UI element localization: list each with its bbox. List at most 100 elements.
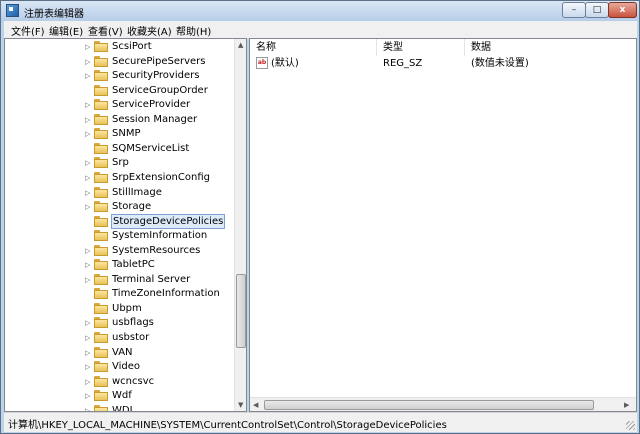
column-header-data[interactable]: 数据 xyxy=(465,39,636,56)
scroll-up-icon[interactable]: ▲ xyxy=(238,40,243,50)
menu-file[interactable]: 文件(F) xyxy=(11,23,45,38)
registry-editor-window: 注册表编辑器 – □ x 文件(F) 编辑(E) 查看(V) 收藏夹(A) 帮助… xyxy=(0,0,640,434)
value-name: (默认) xyxy=(271,58,299,69)
expand-arrow-icon[interactable]: ▷ xyxy=(85,376,90,388)
expand-arrow-icon[interactable]: ▷ xyxy=(85,99,90,111)
tree-item-label: VAN xyxy=(112,346,133,358)
folder-icon xyxy=(94,302,108,314)
folder-icon xyxy=(94,244,108,256)
menu-favorites[interactable]: 收藏夹(A) xyxy=(127,23,172,38)
tree-item[interactable]: ▷ SrpExtensionConfig xyxy=(5,171,233,185)
scroll-right-icon[interactable]: ▶ xyxy=(624,400,629,410)
expand-arrow-icon[interactable]: ▷ xyxy=(85,70,90,82)
expand-arrow-icon[interactable]: ▷ xyxy=(85,347,90,359)
tree-item-label: usbflags xyxy=(112,317,154,329)
expand-arrow-icon[interactable]: ▷ xyxy=(85,187,90,199)
expand-arrow-icon[interactable]: ▷ xyxy=(85,332,90,344)
expand-arrow-icon[interactable]: ▷ xyxy=(85,114,90,126)
tree-item-label: Srp xyxy=(112,157,129,169)
title-bar[interactable]: 注册表编辑器 – □ x xyxy=(1,1,639,21)
tree-item[interactable]: ServiceGroupOrder xyxy=(5,84,233,98)
folder-icon xyxy=(94,332,108,343)
tree-item-label: TimeZoneInformation xyxy=(112,288,220,300)
folder-icon xyxy=(94,55,108,67)
column-header-type[interactable]: 类型 xyxy=(377,39,465,56)
tree-item[interactable]: ▷ SNMP xyxy=(5,127,233,141)
scroll-down-icon[interactable]: ▼ xyxy=(238,400,243,410)
maximize-button[interactable]: □ xyxy=(585,2,609,18)
expand-arrow-icon[interactable]: ▷ xyxy=(85,274,90,286)
values-scroll-thumb[interactable] xyxy=(264,400,594,410)
tree-item[interactable]: ▷ Storage xyxy=(5,200,233,214)
tree-item[interactable]: Ubpm xyxy=(5,302,233,316)
tree-item-label: usbstor xyxy=(112,332,150,343)
folder-icon xyxy=(94,390,108,402)
tree-item-label: SNMP xyxy=(112,128,141,140)
folder-icon xyxy=(94,259,108,271)
tree-item[interactable]: ▷ WDI xyxy=(5,404,233,411)
expand-arrow-icon[interactable]: ▷ xyxy=(85,405,90,411)
tree-item-label: SecurePipeServers xyxy=(112,55,206,67)
expand-arrow-icon[interactable]: ▷ xyxy=(85,317,90,329)
tree-item[interactable]: StorageDevicePolicies xyxy=(5,213,233,229)
tree-item[interactable]: ▷ Terminal Server xyxy=(5,273,233,287)
tree-item-label: Wdf xyxy=(112,390,132,402)
expand-arrow-icon[interactable]: ▷ xyxy=(85,201,90,213)
tree-item-label: TabletPC xyxy=(112,259,155,271)
minimize-button[interactable]: – xyxy=(562,2,586,18)
tree-item[interactable]: TimeZoneInformation xyxy=(5,287,233,301)
folder-icon xyxy=(94,404,108,411)
tree-item[interactable]: ▷ Video xyxy=(5,360,233,374)
expand-arrow-icon[interactable]: ▷ xyxy=(85,361,90,373)
expand-arrow-icon[interactable]: ▷ xyxy=(85,172,90,184)
tree-item[interactable]: ▷ TabletPC xyxy=(5,258,233,272)
tree-item[interactable]: ▷ SecurePipeServers xyxy=(5,55,233,69)
tree-item[interactable]: ▷ VAN xyxy=(5,346,233,360)
scroll-left-icon[interactable]: ◀ xyxy=(253,400,258,410)
folder-icon xyxy=(94,171,108,183)
menu-help[interactable]: 帮助(H) xyxy=(176,23,211,38)
expand-arrow-icon[interactable]: ▷ xyxy=(85,259,90,271)
tree-item[interactable]: ▷ ServiceProvider xyxy=(5,98,233,112)
tree-item[interactable]: SystemInformation xyxy=(5,229,233,243)
expand-arrow-icon[interactable]: ▷ xyxy=(85,390,90,402)
tree-item[interactable]: ▷ Session Manager xyxy=(5,113,233,127)
folder-icon xyxy=(94,201,108,213)
tree-scroll-thumb[interactable] xyxy=(236,274,246,348)
tree-item[interactable]: ▷ Wdf xyxy=(5,389,233,403)
folder-icon xyxy=(94,128,108,140)
tree-vertical-scrollbar[interactable]: ▲ ▼ xyxy=(234,39,246,411)
tree-item[interactable]: ▷ usbstor xyxy=(5,331,233,345)
values-horizontal-scrollbar[interactable]: ◀ ▶ xyxy=(250,397,636,411)
expand-arrow-icon[interactable]: ▷ xyxy=(85,157,90,169)
menu-view[interactable]: 查看(V) xyxy=(88,23,123,38)
tree-item[interactable]: ▷ StillImage xyxy=(5,186,233,200)
tree-item[interactable]: ▷ Srp xyxy=(5,156,233,170)
tree-item[interactable]: ▷ SystemResources xyxy=(5,244,233,258)
tree-item[interactable]: ▷ usbflags xyxy=(5,316,233,330)
resize-grip-icon[interactable] xyxy=(626,421,635,430)
expand-arrow-icon[interactable]: ▷ xyxy=(85,245,90,257)
status-bar: 计算机\HKEY_LOCAL_MACHINE\SYSTEM\CurrentCon… xyxy=(4,412,637,432)
tree-item-label: Terminal Server xyxy=(112,273,191,285)
tree-item-label: SystemResources xyxy=(112,244,201,256)
tree-item-label: Storage xyxy=(112,201,152,213)
folder-icon xyxy=(94,70,108,82)
expand-arrow-icon[interactable]: ▷ xyxy=(85,56,90,68)
tree-item[interactable]: ▷ wcncsvc xyxy=(5,375,233,389)
tree-item[interactable]: ▷ SecurityProviders xyxy=(5,69,233,83)
folder-icon xyxy=(94,157,108,169)
tree-item[interactable]: SQMServiceList xyxy=(5,142,233,156)
expand-arrow-icon[interactable]: ▷ xyxy=(85,41,90,53)
expand-arrow-icon[interactable]: ▷ xyxy=(85,128,90,140)
folder-icon xyxy=(94,84,108,96)
column-header-name[interactable]: 名称 xyxy=(250,39,377,56)
close-button[interactable]: x xyxy=(608,2,637,18)
menu-edit[interactable]: 编辑(E) xyxy=(49,23,83,38)
tree-item[interactable]: ▷ ScsiPort xyxy=(5,40,233,54)
folder-icon xyxy=(94,230,108,242)
folder-icon xyxy=(94,113,108,125)
value-row[interactable]: ab (默认) REG_SZ (数值未设置) xyxy=(250,57,636,71)
tree-item-label: Video xyxy=(112,361,141,373)
tree-item-label: SQMServiceList xyxy=(112,142,190,154)
